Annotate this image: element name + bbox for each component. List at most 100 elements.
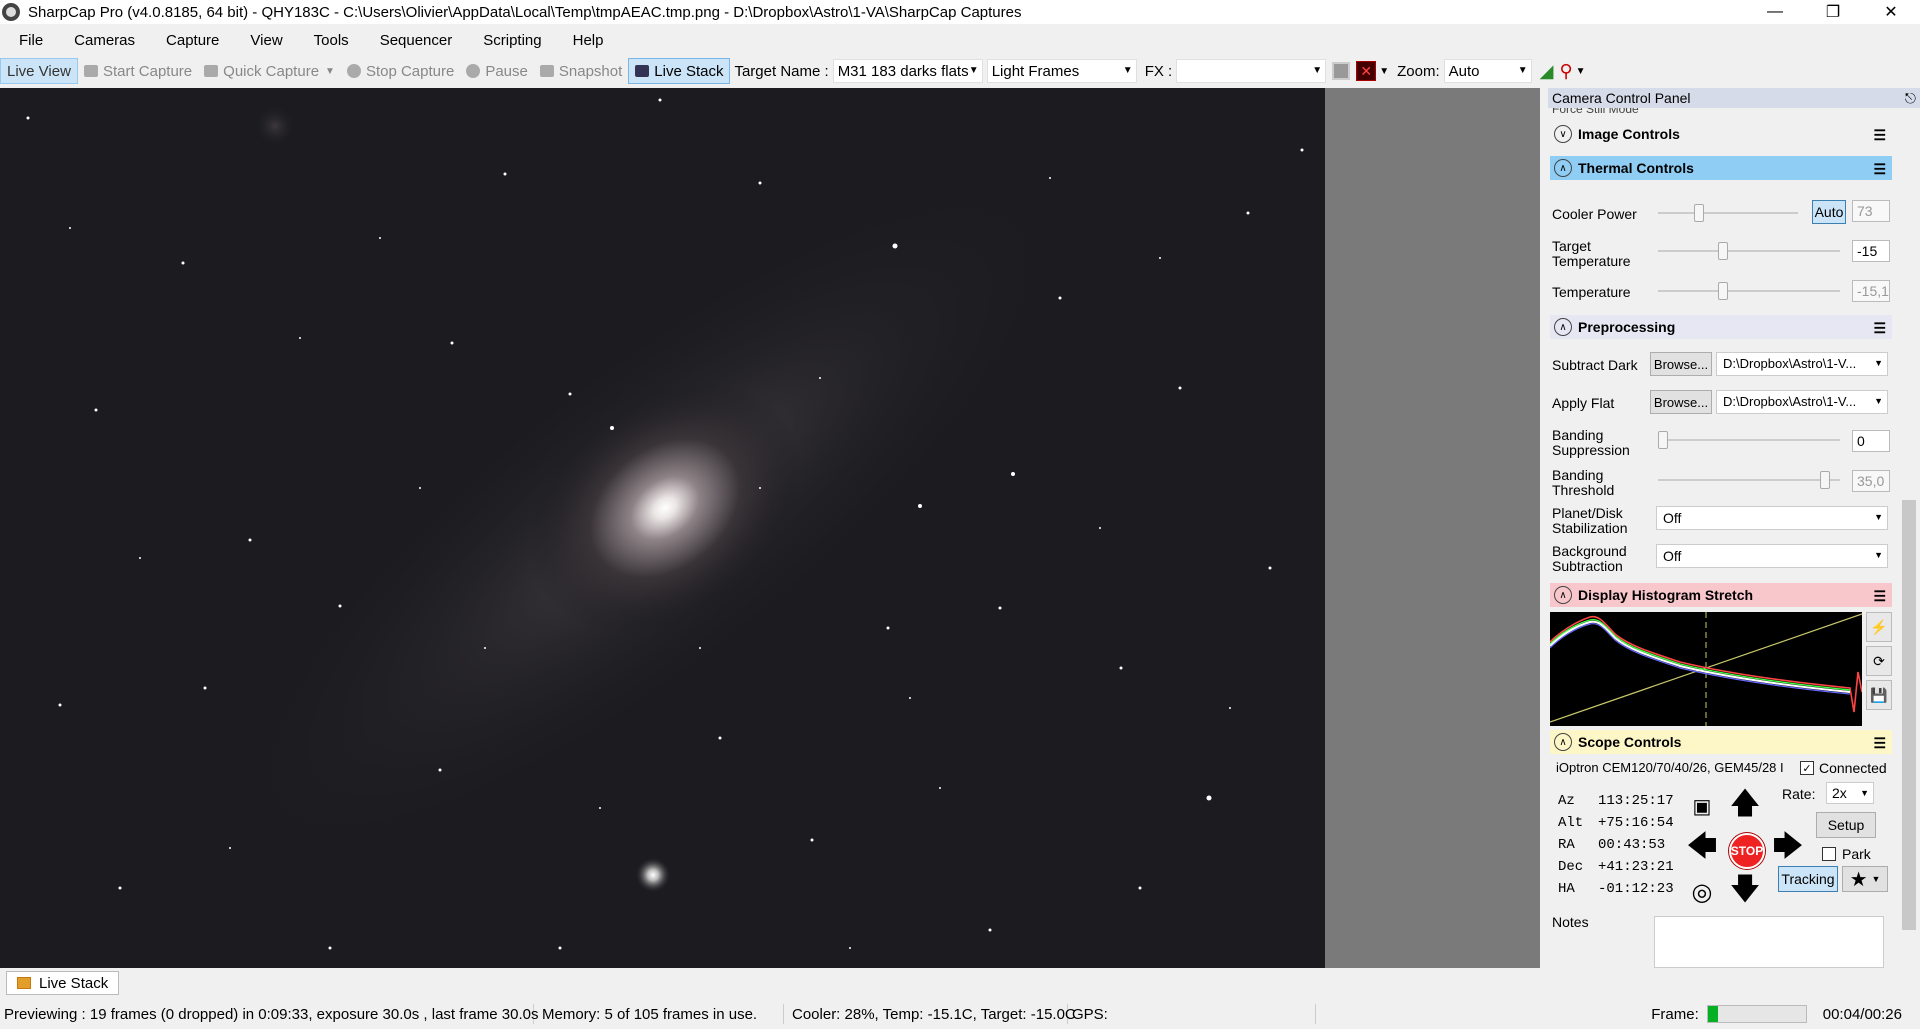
setup-button[interactable]: Setup (1816, 812, 1876, 838)
reticle-icon[interactable]: ✕ (1356, 61, 1377, 81)
slider-thumb[interactable] (1694, 204, 1704, 222)
menu-scripting[interactable]: Scripting (464, 32, 553, 49)
menu-tools[interactable]: Tools (295, 32, 361, 49)
grey-square-icon[interactable] (1332, 62, 1351, 80)
planet-stabilization-dropdown[interactable]: Off ▼ (1656, 506, 1888, 530)
notes-textarea[interactable] (1654, 916, 1884, 968)
hamburger-menu-icon[interactable]: ☰ (1873, 161, 1886, 178)
image-viewer[interactable] (0, 88, 1325, 968)
az-label: Az (1558, 793, 1575, 809)
menu-cameras[interactable]: Cameras (55, 32, 147, 49)
pause-button[interactable]: Pause (460, 58, 534, 84)
camera-control-panel: Camera Control Panel ⎋ Force Still Mode … (1548, 88, 1920, 968)
chevron-down-icon: ▼ (1874, 550, 1883, 560)
stop-button[interactable]: STOP (1729, 833, 1765, 869)
cooler-power-slider[interactable] (1658, 204, 1798, 222)
arrow-left-icon[interactable]: 🡄 (1682, 829, 1722, 869)
target-temp-value[interactable]: -15 (1852, 240, 1890, 262)
menu-view[interactable]: View (231, 32, 294, 49)
scope-controls-header[interactable]: ∧ Scope Controls ☰ (1550, 730, 1892, 754)
zoom-combo[interactable]: Auto ▼ (1443, 59, 1532, 83)
panel-splitter[interactable] (1540, 88, 1548, 968)
flat-path-dropdown[interactable]: D:\Dropbox\Astro\1-V... ▼ (1716, 390, 1888, 414)
save-icon[interactable]: 💾 (1866, 680, 1892, 710)
histogram-title: Display Histogram Stretch (1578, 587, 1754, 603)
fx-combo[interactable]: ▼ (1176, 59, 1327, 83)
live-view-label: Live View (7, 62, 71, 80)
background-subtraction-dropdown[interactable]: Off ▼ (1656, 544, 1888, 568)
close-icon[interactable]: ✕ (1862, 0, 1920, 24)
hamburger-menu-icon[interactable]: ☰ (1873, 320, 1886, 337)
live-stack-button[interactable]: Live Stack (628, 58, 731, 84)
pin-icon[interactable]: ⎋ (1905, 90, 1916, 107)
image-controls-header[interactable]: ∨ Image Controls ☰ (1550, 122, 1892, 146)
hamburger-menu-icon[interactable]: ☰ (1873, 588, 1886, 605)
live-stack-tab[interactable]: Live Stack (6, 971, 120, 995)
status-bar: Previewing : 19 frames (0 dropped) in 0:… (0, 1001, 1920, 1027)
start-capture-label: Start Capture (102, 62, 193, 80)
chevron-down-icon[interactable]: ▼ (325, 66, 335, 77)
menu-file[interactable]: File (0, 32, 55, 49)
stop-capture-button[interactable]: Stop Capture (341, 58, 460, 84)
cooler-auto-button[interactable]: Auto (1812, 200, 1846, 224)
minimize-icon[interactable]: — (1746, 0, 1804, 24)
connected-checkbox[interactable]: ✓ Connected (1800, 760, 1887, 776)
slider-thumb[interactable] (1820, 471, 1830, 489)
star-icon[interactable]: ★ ▼ (1842, 866, 1888, 892)
menu-capture[interactable]: Capture (147, 32, 231, 49)
banding-thr-value[interactable]: 35,0 (1852, 470, 1890, 492)
tracking-button[interactable]: Tracking (1778, 866, 1838, 892)
live-stack-icon (635, 65, 650, 77)
rate-dropdown[interactable]: 2x ▼ (1826, 782, 1874, 804)
quick-capture-button[interactable]: Quick Capture ▼ (198, 58, 341, 84)
auto-stretch-icon[interactable]: ⚡ (1866, 612, 1892, 642)
histogram-display[interactable] (1550, 612, 1862, 726)
thermal-controls-header[interactable]: ∧ Thermal Controls ☰ (1550, 156, 1892, 180)
panel-scrollbar[interactable] (1900, 110, 1918, 966)
histogram-header[interactable]: ∧ Display Histogram Stretch ☰ (1550, 583, 1892, 607)
dark-path-dropdown[interactable]: D:\Dropbox\Astro\1-V... ▼ (1716, 352, 1888, 376)
chevron-down-icon[interactable]: ▼ (1576, 66, 1586, 77)
scope-controls: iOptron CEM120/70/40/26, GEM45/28 I ✓ Co… (1550, 760, 1892, 910)
reset-icon[interactable]: ⟳ (1866, 646, 1892, 676)
frame-type-combo[interactable]: Light Frames ▼ (986, 59, 1137, 83)
target-temp-slider[interactable] (1658, 242, 1840, 260)
park-checkbox[interactable]: Park (1822, 846, 1871, 862)
browse-dark-button[interactable]: Browse... (1650, 352, 1712, 376)
hamburger-menu-icon[interactable]: ☰ (1873, 735, 1886, 752)
histogram-icon[interactable]: ◢ (1540, 61, 1554, 82)
slider-thumb[interactable] (1718, 242, 1728, 260)
frame-type-value: Light Frames (991, 62, 1080, 80)
restore-icon[interactable]: ❐ (1804, 0, 1862, 24)
menu-help[interactable]: Help (554, 32, 616, 49)
preprocessing-header[interactable]: ∧ Preprocessing ☰ (1550, 315, 1892, 339)
preprocessing-title: Preprocessing (1578, 319, 1676, 335)
target-name-combo[interactable]: M31 183 darks flats ▼ (832, 59, 983, 83)
chevron-down-icon: ▼ (1874, 396, 1883, 406)
temperature-value: -15,1 (1852, 280, 1890, 302)
spiral-search-icon[interactable]: ▣ (1682, 786, 1722, 826)
cooler-power-value[interactable]: 73 (1852, 200, 1890, 222)
slider-thumb[interactable] (1658, 431, 1668, 449)
banding-suppression-slider[interactable] (1658, 431, 1840, 449)
menu-sequencer[interactable]: Sequencer (361, 32, 465, 49)
stop-icon (346, 64, 361, 78)
scrollbar-thumb[interactable] (1902, 500, 1916, 930)
crosshair-icon[interactable]: ◎ (1682, 872, 1722, 912)
zoom-value: Auto (1448, 62, 1480, 80)
arrow-down-icon[interactable]: 🡇 (1725, 872, 1765, 912)
chevron-down-icon[interactable]: ▼ (1379, 66, 1389, 77)
hamburger-menu-icon[interactable]: ☰ (1873, 127, 1886, 144)
browse-flat-button[interactable]: Browse... (1650, 390, 1712, 414)
start-capture-button[interactable]: Start Capture (78, 58, 198, 84)
banding-threshold-slider[interactable] (1658, 471, 1840, 489)
arrow-up-icon[interactable]: 🡅 (1725, 786, 1765, 826)
ra-label: RA (1558, 837, 1575, 853)
snapshot-button[interactable]: Snapshot (534, 58, 628, 84)
live-view-button[interactable]: Live View (0, 58, 78, 84)
pause-label: Pause (485, 62, 528, 80)
pause-icon (466, 64, 481, 78)
arrow-right-icon[interactable]: 🡆 (1768, 829, 1808, 869)
zoom-search-icon[interactable]: ⚲ (1559, 61, 1572, 82)
banding-supp-value[interactable]: 0 (1852, 430, 1890, 452)
